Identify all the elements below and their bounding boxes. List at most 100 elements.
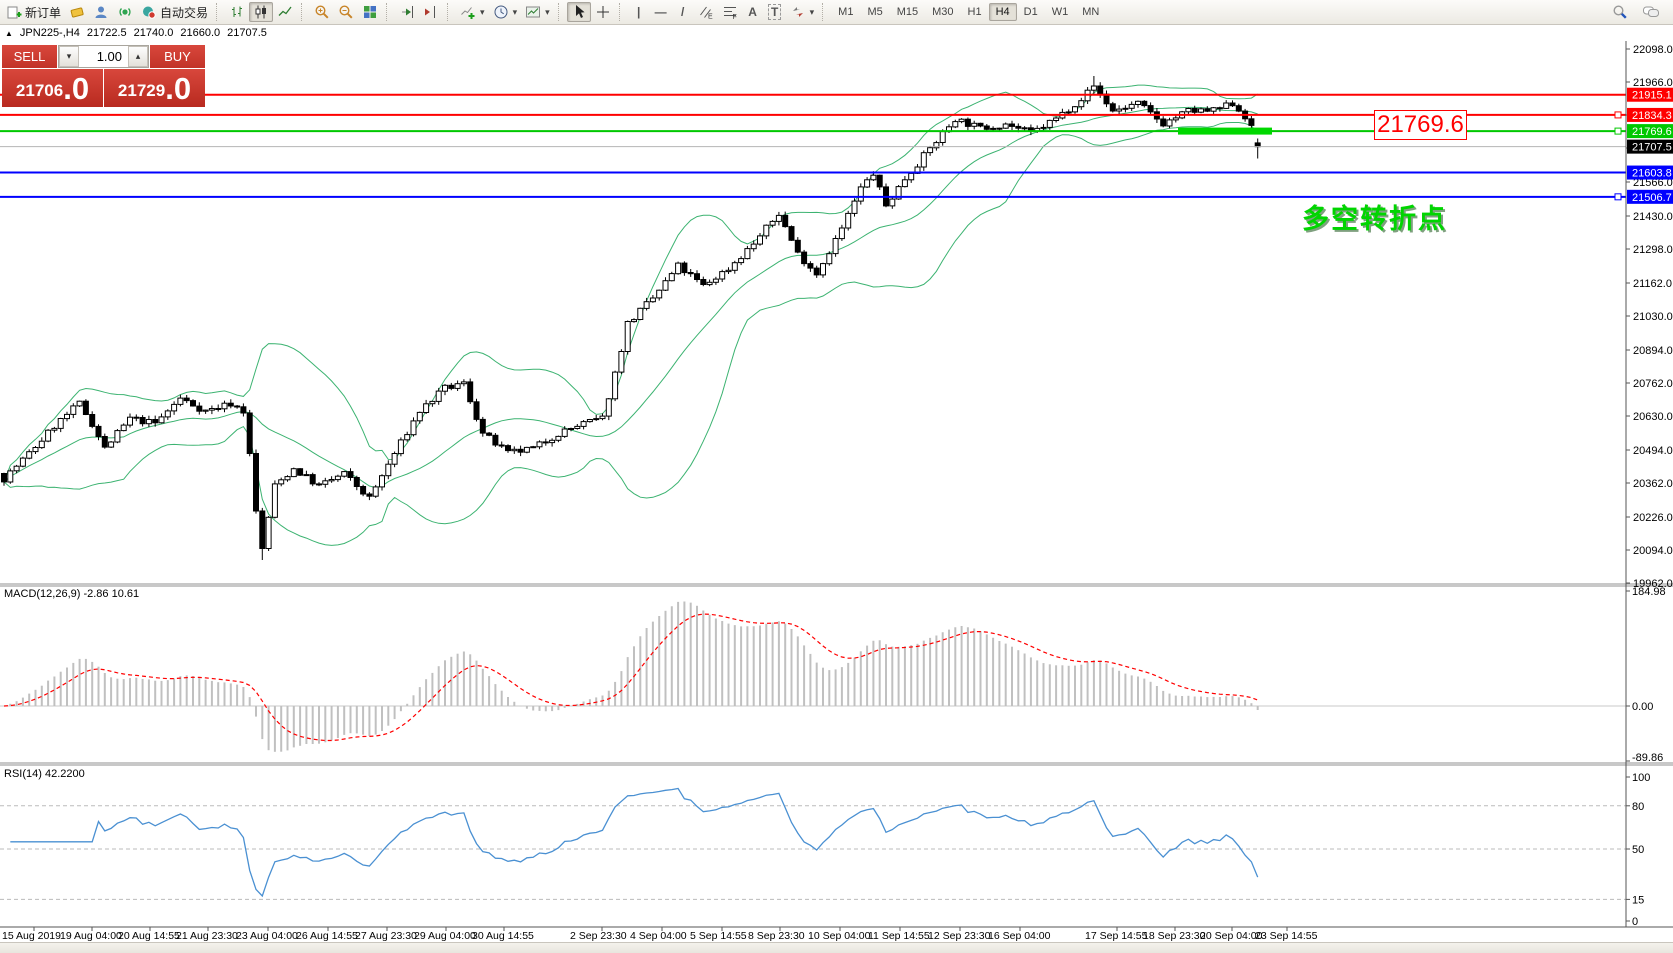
svg-text:21603.8: 21603.8	[1632, 168, 1672, 180]
sell-button[interactable]: SELL	[2, 45, 57, 68]
dropdown-caret-icon: ▾	[513, 7, 518, 18]
chart-area[interactable]: 22098.021966.021834.021702.021566.021430…	[0, 41, 1673, 942]
timeframe-h1[interactable]: H1	[961, 3, 989, 21]
new-order-button[interactable]: 新订单	[3, 2, 65, 22]
zoom-in-icon	[314, 4, 330, 20]
search-button[interactable]	[1608, 2, 1632, 22]
cursor-icon	[571, 4, 587, 20]
text-icon: A	[748, 5, 757, 19]
chart-window-header: ▲ JPN225-,H4 21722.5 21740.0 21660.0 217…	[0, 25, 1673, 41]
templates-button[interactable]: ▾	[521, 2, 554, 22]
auto-scroll-button[interactable]	[395, 2, 419, 22]
zoom-out-button[interactable]	[334, 2, 358, 22]
svg-text:19 Aug 04:00: 19 Aug 04:00	[60, 930, 122, 942]
svg-text:22098.0: 22098.0	[1633, 44, 1673, 56]
dropdown-caret-icon: ▾	[545, 7, 550, 18]
timeframe-h4[interactable]: H4	[989, 3, 1017, 21]
timeframe-mn[interactable]: MN	[1075, 3, 1106, 21]
zoom-in-button[interactable]	[310, 2, 334, 22]
indicators-button[interactable]: ▾	[456, 2, 489, 22]
dropdown-caret-icon: ▾	[810, 7, 815, 18]
timeframe-m30[interactable]: M30	[925, 3, 960, 21]
svg-text:21 Aug 23:30: 21 Aug 23:30	[176, 930, 238, 942]
symbol-title: JPN225-,H4	[20, 27, 80, 39]
time-axis[interactable]: 15 Aug 201919 Aug 04:0020 Aug 14:5521 Au…	[2, 927, 1318, 942]
svg-text:20630.0: 20630.0	[1633, 411, 1673, 423]
quotes-button[interactable]	[65, 2, 89, 22]
crosshair-icon	[595, 4, 611, 20]
chart-shift-button[interactable]	[419, 2, 443, 22]
vertical-line-button[interactable]: |	[628, 2, 650, 22]
one-click-trading-panel[interactable]: SELL ▾ 1.00 ▴ BUY 21706.0 21729.0	[2, 45, 205, 107]
svg-text:20894.0: 20894.0	[1633, 345, 1673, 357]
svg-text:30 Aug 14:55: 30 Aug 14:55	[472, 930, 534, 942]
svg-text:-89.86: -89.86	[1632, 752, 1663, 764]
arrows-button[interactable]: ▾	[786, 2, 819, 22]
price-annotation-box[interactable]: 21769.6	[1374, 110, 1467, 140]
toolbar-separator	[822, 3, 827, 21]
line-chart-button[interactable]	[273, 2, 297, 22]
svg-text:F: F	[732, 14, 736, 20]
tile-windows-icon	[362, 4, 378, 20]
arrows-icon	[790, 4, 806, 20]
svg-text:21030.0: 21030.0	[1633, 311, 1673, 323]
svg-text:20 Sep 04:00: 20 Sep 04:00	[1200, 930, 1263, 942]
svg-text:12 Sep 23:30: 12 Sep 23:30	[928, 930, 991, 942]
auto-trading-icon	[141, 4, 157, 20]
chat-button[interactable]	[1638, 2, 1664, 22]
collapse-icon[interactable]: ▲	[5, 29, 13, 38]
channel-button[interactable]: E	[694, 2, 718, 22]
svg-text:21298.0: 21298.0	[1633, 244, 1673, 256]
svg-text:E: E	[708, 14, 713, 21]
volume-increase-button[interactable]: ▴	[128, 46, 148, 67]
candlestick-icon	[253, 4, 269, 20]
svg-text:21966.0: 21966.0	[1633, 77, 1673, 89]
buy-price[interactable]: 21729.0	[104, 69, 205, 107]
sell-price[interactable]: 21706.0	[2, 69, 103, 107]
trendline-button[interactable]: /	[672, 2, 694, 22]
svg-text:20226.0: 20226.0	[1633, 512, 1673, 524]
svg-text:20762.0: 20762.0	[1633, 378, 1673, 390]
svg-text:23 Sep 14:55: 23 Sep 14:55	[1255, 930, 1318, 942]
ohlc-high: 21740.0	[134, 27, 174, 39]
candlestick-chart-button[interactable]	[249, 2, 273, 22]
text-label-button[interactable]: T	[764, 2, 786, 22]
svg-text:11 Sep 14:55: 11 Sep 14:55	[868, 930, 930, 942]
svg-text:21915.1: 21915.1	[1632, 90, 1672, 102]
profile-icon	[93, 4, 109, 20]
profile-button[interactable]	[89, 2, 113, 22]
svg-text:20494.0: 20494.0	[1633, 445, 1673, 457]
fibonacci-button[interactable]: F	[718, 2, 742, 22]
timeframe-w1[interactable]: W1	[1045, 3, 1076, 21]
timeframe-d1[interactable]: D1	[1017, 3, 1045, 21]
tile-windows-button[interactable]	[358, 2, 382, 22]
volume-decrease-button[interactable]: ▾	[59, 46, 79, 67]
status-bar	[0, 942, 1673, 953]
svg-text:27 Aug 23:30: 27 Aug 23:30	[355, 930, 417, 942]
text-button[interactable]: A	[742, 2, 764, 22]
svg-text:21769.6: 21769.6	[1632, 126, 1672, 138]
timeframe-m15[interactable]: M15	[890, 3, 925, 21]
svg-text:20094.0: 20094.0	[1633, 545, 1673, 557]
bar-chart-button[interactable]	[225, 2, 249, 22]
volume-stepper[interactable]: ▾ 1.00 ▴	[58, 45, 149, 68]
auto-trading-button[interactable]: 自动交易	[137, 2, 212, 22]
horizontal-line-button[interactable]: —	[650, 2, 672, 22]
template-icon	[525, 4, 541, 20]
buy-button[interactable]: BUY	[150, 45, 205, 68]
toolbar-separator	[619, 3, 624, 21]
timeframe-m5[interactable]: M5	[860, 3, 889, 21]
turning-point-annotation[interactable]: 多空转折点	[1302, 197, 1447, 236]
signal-button[interactable]	[113, 2, 137, 22]
toolbar-separator	[216, 3, 221, 21]
dropdown-caret-icon: ▾	[480, 7, 485, 18]
svg-text:4 Sep 04:00: 4 Sep 04:00	[630, 930, 687, 942]
volume-input[interactable]: 1.00	[79, 46, 128, 67]
cursor-button[interactable]	[567, 2, 591, 22]
rsi-indicator-label: RSI(14) 42.2200	[4, 768, 85, 780]
periods-button[interactable]: ▾	[489, 2, 522, 22]
chart-canvas[interactable]: 22098.021966.021834.021702.021566.021430…	[0, 41, 1673, 942]
toolbar-separator	[386, 3, 391, 21]
timeframe-m1[interactable]: M1	[831, 3, 860, 21]
crosshair-button[interactable]	[591, 2, 615, 22]
